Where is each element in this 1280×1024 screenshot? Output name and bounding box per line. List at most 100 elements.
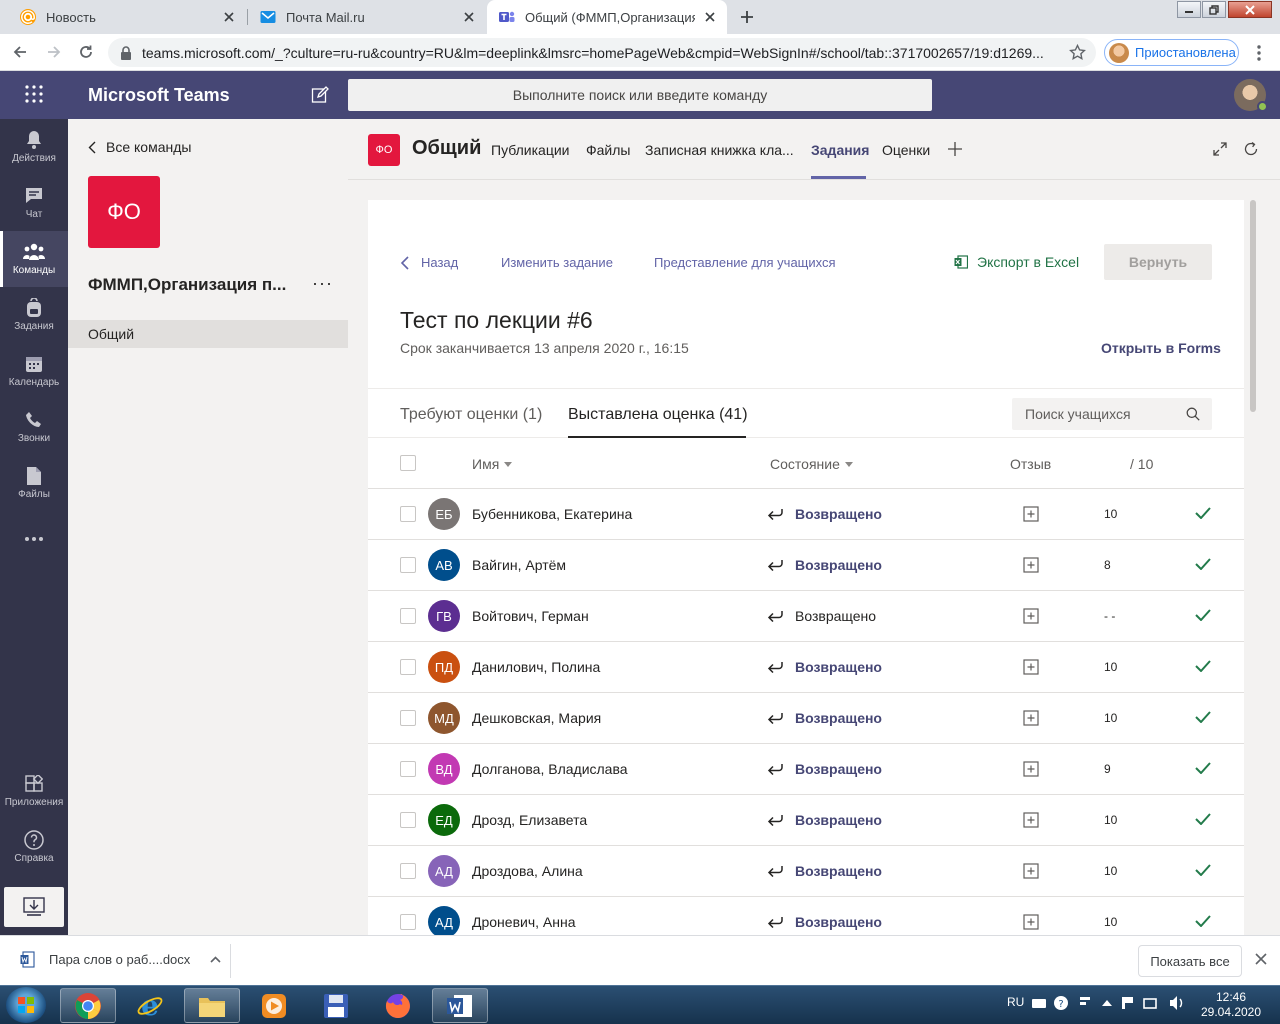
rail-item-more[interactable] [0,511,68,567]
taskbar-firefox[interactable] [370,988,426,1023]
app-launcher-icon[interactable] [25,85,43,103]
rail-item-teams[interactable]: Команды [0,231,68,287]
close-icon[interactable] [703,10,717,24]
tab-assignments[interactable]: Задания [811,142,869,158]
status-cell[interactable]: Возвращено [767,761,882,777]
grade-value[interactable]: 10 [1104,864,1117,878]
student-name[interactable]: Данилович, Полина [472,659,600,675]
star-icon[interactable] [1069,44,1086,61]
taskbar-explorer[interactable] [184,988,240,1023]
table-row[interactable]: ЕБ Бубенникова, Екатерина Возвращено 10 [368,489,1244,540]
close-icon[interactable] [462,10,476,24]
add-tab-icon[interactable] [947,141,963,157]
table-row[interactable]: МД Дешковская, Мария Возвращено 10 [368,693,1244,744]
export-excel-button[interactable]: Экспорт в Excel [954,254,1079,270]
open-in-forms-link[interactable]: Открыть в Forms [1101,340,1221,356]
add-feedback-icon[interactable] [1023,914,1039,930]
rail-item-activity[interactable]: Действия [0,119,68,175]
status-cell[interactable]: Возвращено [767,557,882,573]
table-row[interactable]: ГВ Войтович, Герман Возвращено - - [368,591,1244,642]
row-checkbox[interactable] [400,506,416,522]
status-cell[interactable]: Возвращено [767,710,882,726]
student-search-input[interactable]: Поиск учащихся [1012,398,1212,430]
table-row[interactable]: ПД Данилович, Полина Возвращено 10 [368,642,1244,693]
start-button[interactable] [6,987,46,1023]
back-button[interactable] [9,41,31,63]
student-name[interactable]: Дрозд, Елизавета [472,812,587,828]
browser-tab-mail[interactable]: Почта Mail.ru [248,0,486,34]
tab-posts[interactable]: Публикации [491,142,569,158]
rail-item-help[interactable]: Справка [0,819,68,875]
student-name[interactable]: Войтович, Герман [472,608,589,624]
student-name[interactable]: Дроздова, Алина [472,863,583,879]
tab-grades[interactable]: Оценки [882,142,930,158]
row-checkbox[interactable] [400,659,416,675]
student-name[interactable]: Вайгин, Артём [472,557,566,573]
return-button[interactable]: Вернуть [1104,244,1212,280]
grade-value[interactable]: 8 [1104,558,1111,572]
student-name[interactable]: Дешковская, Мария [472,710,601,726]
address-bar[interactable]: teams.microsoft.com/_?culture=ru-ru&coun… [108,38,1096,67]
close-icon[interactable] [222,10,236,24]
student-name[interactable]: Дроневич, Анна [472,914,576,930]
row-checkbox[interactable] [400,608,416,624]
status-cell[interactable]: Возвращено [767,506,882,522]
row-checkbox[interactable] [400,557,416,573]
taskbar-media-player[interactable] [246,988,302,1023]
expand-icon[interactable] [1212,141,1228,157]
channel-item-general[interactable]: Общий [68,320,348,348]
row-checkbox[interactable] [400,914,416,930]
compose-icon[interactable] [311,86,329,104]
student-name[interactable]: Бубенникова, Екатерина [472,506,632,522]
table-row[interactable]: АД Дроздова, Алина Возвращено 10 [368,846,1244,897]
row-checkbox[interactable] [400,710,416,726]
grade-value[interactable]: 10 [1104,507,1117,521]
profile-button[interactable]: Приостановлена [1104,39,1239,66]
taskbar-chrome[interactable] [60,988,116,1023]
taskbar-word[interactable] [432,988,488,1023]
tray-icons[interactable]: ? [1032,994,1192,1012]
search-input[interactable]: Выполните поиск или введите команду [348,79,932,111]
rail-item-calendar[interactable]: Календарь [0,343,68,399]
status-cell[interactable]: Возвращено [767,659,882,675]
add-feedback-icon[interactable] [1023,710,1039,726]
reload-button[interactable] [75,41,97,63]
rail-item-calls[interactable]: Звонки [0,399,68,455]
close-icon[interactable] [1255,953,1267,965]
download-app-button[interactable] [4,887,64,927]
row-checkbox[interactable] [400,761,416,777]
rail-item-chat[interactable]: Чат [0,175,68,231]
add-feedback-icon[interactable] [1023,659,1039,675]
grade-value[interactable]: 10 [1104,711,1117,725]
browser-tab-novost[interactable]: Новость [8,0,246,34]
taskbar-ie[interactable]: e [122,988,178,1023]
status-cell[interactable]: Возвращено [767,914,882,930]
team-more-options[interactable]: ··· [312,273,333,294]
minimize-button[interactable] [1177,1,1201,18]
user-avatar[interactable] [1234,79,1268,112]
chevron-up-icon[interactable] [210,956,221,963]
tab-needs-grading[interactable]: Требуют оценки (1) [400,406,542,424]
column-status[interactable]: Состояние [770,456,853,472]
grade-value[interactable]: 10 [1104,915,1117,929]
tab-class-notebook[interactable]: Записная книжка кла... [645,142,794,158]
table-row[interactable]: АД Дроневич, Анна Возвращено 10 [368,897,1244,935]
restore-button[interactable] [1202,1,1226,18]
back-link[interactable]: Назад [400,255,458,270]
forward-button[interactable] [43,41,65,63]
grade-value[interactable]: 10 [1104,813,1117,827]
new-tab-button[interactable] [734,4,760,30]
taskbar-save[interactable] [308,988,364,1023]
add-feedback-icon[interactable] [1023,812,1039,828]
add-feedback-icon[interactable] [1023,506,1039,522]
student-name[interactable]: Долганова, Владислава [472,761,628,777]
clock[interactable]: 12:46 29.04.2020 [1196,990,1266,1020]
download-item[interactable]: Пара слов о раб....docx [20,951,221,968]
add-feedback-icon[interactable] [1023,608,1039,624]
all-teams-link[interactable]: Все команды [88,139,191,155]
add-feedback-icon[interactable] [1023,863,1039,879]
status-cell[interactable]: Возвращено [767,863,882,879]
status-cell[interactable]: Возвращено [767,608,876,624]
window-close-button[interactable] [1228,1,1272,18]
column-name[interactable]: Имя [472,456,513,472]
